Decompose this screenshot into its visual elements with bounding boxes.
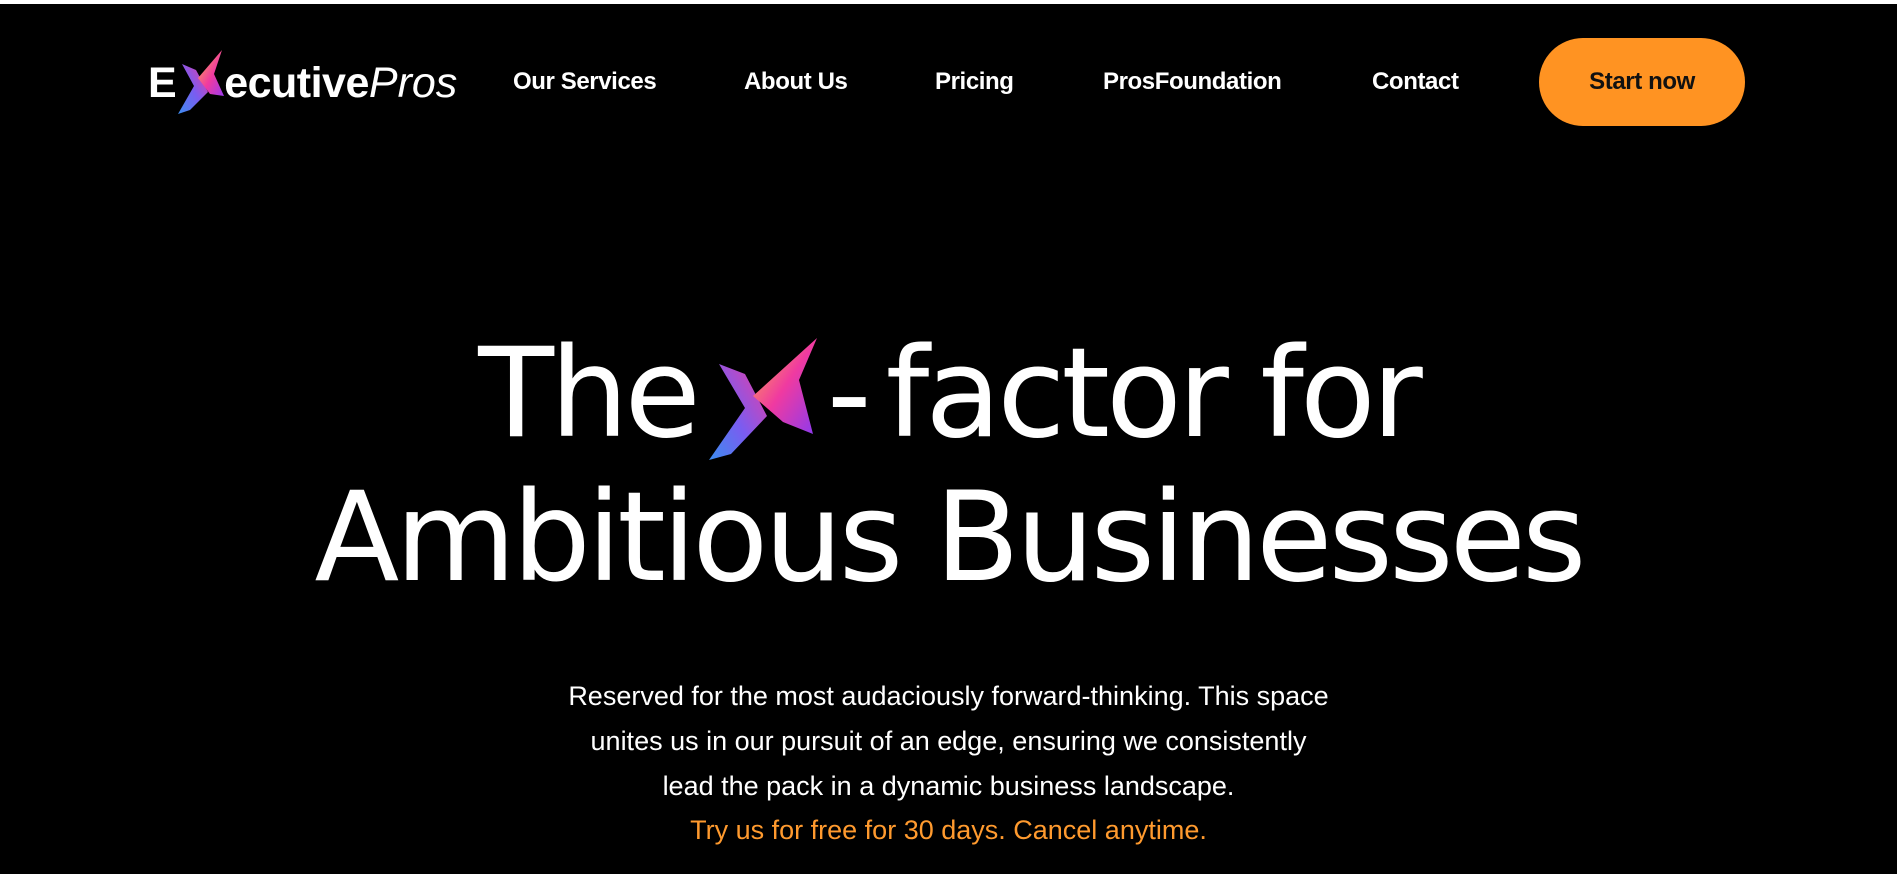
hero-title-line-2: Ambitious Businesses (314, 466, 1586, 610)
nav-about-us[interactable]: About Us (744, 61, 848, 103)
hero-title-rest: factor for (885, 322, 1423, 466)
hero-subtitle-line-3: lead the pack in a dynamic business land… (662, 771, 1235, 801)
hero-title: The - factor for Ambitious Businesses (0, 322, 1897, 610)
hero-subtitle-line-1: Reserved for the most audaciously forwar… (568, 681, 1329, 711)
hero-subtitle: Reserved for the most audaciously forwar… (0, 674, 1897, 809)
page: E ecutive Pros Our Services About Us Pri… (0, 4, 1897, 874)
hero-subtitle-line-2: unites us in our pursuit of an edge, ens… (590, 726, 1307, 756)
start-now-button[interactable]: Start now (1539, 38, 1745, 126)
free-trial-text: Try us for free for 30 days. Cancel anyt… (690, 815, 1207, 845)
hero-title-word-the: The (478, 322, 701, 466)
hero-title-dash: - (826, 322, 872, 466)
nav-prosfoundation[interactable]: ProsFoundation (1103, 61, 1282, 103)
nav-pricing[interactable]: Pricing (935, 61, 1014, 103)
hero-title-line-1: The - factor for (0, 322, 1897, 466)
nav-contact[interactable]: Contact (1372, 61, 1459, 103)
x-factor-icon (708, 338, 817, 460)
nav-our-services[interactable]: Our Services (513, 61, 657, 103)
